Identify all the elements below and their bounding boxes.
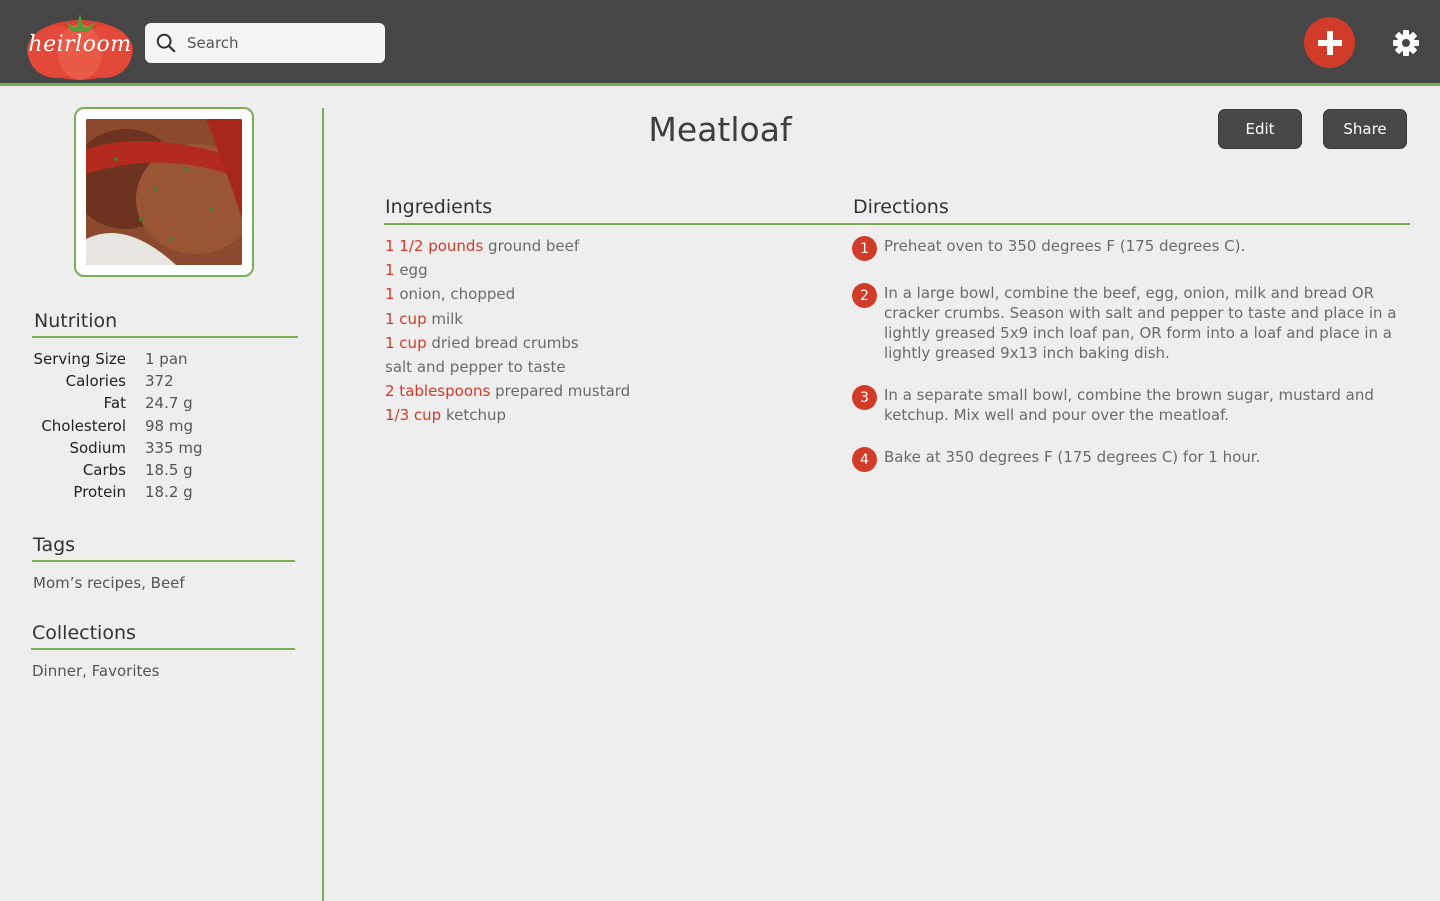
nutrition-value: 1 pan bbox=[145, 350, 188, 369]
ingredient-item: 1 egg bbox=[385, 258, 825, 282]
directions-divider bbox=[852, 223, 1410, 225]
step-number-badge: 2 bbox=[852, 283, 877, 308]
meatloaf-image bbox=[86, 119, 242, 265]
ingredient-item: 1 1/2 pounds ground beef bbox=[385, 234, 825, 258]
ingredient-amount: 1 bbox=[385, 285, 395, 304]
share-button[interactable]: Share bbox=[1323, 109, 1407, 149]
nutrition-row: Calories 372 bbox=[20, 370, 290, 392]
nutrition-label: Fat bbox=[103, 394, 126, 413]
step-text: In a large bowl, combine the beef, egg, … bbox=[884, 284, 1397, 362]
heirloom-logo[interactable]: heirloom bbox=[26, 8, 134, 80]
ingredient-item: 1 onion, chopped bbox=[385, 282, 825, 306]
nutrition-row: Cholesterol 98 mg bbox=[20, 415, 290, 437]
settings-button[interactable] bbox=[1391, 28, 1421, 58]
ingredient-name: ketchup bbox=[441, 406, 506, 425]
ingredient-name: onion, chopped bbox=[394, 285, 516, 304]
nutrition-value: 335 mg bbox=[145, 438, 203, 457]
nutrition-label: Carbs bbox=[82, 461, 126, 480]
direction-step: 3 In a separate small bowl, combine the … bbox=[852, 383, 1412, 425]
step-number-badge: 1 bbox=[852, 236, 877, 261]
direction-step: 4 Bake at 350 degrees F (175 degrees C) … bbox=[852, 445, 1412, 472]
nutrition-heading: Nutrition bbox=[34, 310, 118, 332]
ingredient-amount: 1/3 cup bbox=[385, 406, 442, 425]
edit-button[interactable]: Edit bbox=[1218, 109, 1302, 149]
direction-step: 1 Preheat oven to 350 degrees F (175 deg… bbox=[852, 234, 1412, 261]
ingredients-list: 1 1/2 pounds ground beef 1 egg 1 onion, … bbox=[385, 234, 825, 428]
recipe-title: Meatloaf bbox=[648, 110, 792, 149]
tags-heading: Tags bbox=[33, 534, 76, 556]
nutrition-row: Sodium 335 mg bbox=[20, 437, 290, 459]
ingredient-item: 2 tablespoons prepared mustard bbox=[385, 379, 825, 403]
sidebar-divider bbox=[322, 108, 324, 901]
ingredient-amount: 1 bbox=[385, 261, 395, 280]
search-input[interactable] bbox=[187, 34, 377, 52]
step-number-badge: 4 bbox=[852, 447, 877, 472]
gear-icon bbox=[1393, 30, 1419, 56]
ingredient-item: 1 cup dried bread crumbs bbox=[385, 331, 825, 355]
directions-heading: Directions bbox=[853, 196, 949, 218]
ingredient-item: salt and pepper to taste bbox=[385, 355, 825, 379]
recipe-photo bbox=[86, 119, 242, 265]
nutrition-label: Sodium bbox=[69, 438, 126, 457]
ingredient-amount: 1 cup bbox=[385, 309, 427, 328]
nutrition-value: 98 mg bbox=[145, 416, 193, 435]
nutrition-value: 372 bbox=[145, 372, 174, 391]
add-recipe-button[interactable] bbox=[1304, 17, 1355, 68]
ingredient-amount: 1 1/2 pounds bbox=[385, 237, 484, 255]
nutrition-row: Carbs 18.5 g bbox=[20, 459, 290, 481]
logo-text: heirloom bbox=[28, 32, 132, 57]
ingredient-name: egg bbox=[394, 261, 428, 280]
nutrition-label: Calories bbox=[65, 372, 126, 391]
collections-divider bbox=[31, 648, 295, 650]
ingredients-heading: Ingredients bbox=[385, 196, 493, 218]
nutrition-divider bbox=[32, 336, 298, 338]
directions-list: 1 Preheat oven to 350 degrees F (175 deg… bbox=[852, 234, 1412, 492]
nutrition-label: Protein bbox=[73, 483, 126, 502]
ingredient-name: dried bread crumbs bbox=[426, 333, 579, 352]
app-header: heirloom bbox=[0, 0, 1440, 86]
nutrition-row: Protein 18.2 g bbox=[20, 481, 290, 503]
ingredient-name: salt and pepper to taste bbox=[385, 358, 566, 377]
tags-list[interactable]: Mom’s recipes, Beef bbox=[33, 574, 185, 592]
collections-heading: Collections bbox=[32, 622, 136, 644]
ingredient-name: ground beef bbox=[483, 237, 580, 255]
nutrition-row: Serving Size 1 pan bbox=[20, 348, 290, 370]
search-icon bbox=[156, 33, 176, 53]
ingredient-name: milk bbox=[426, 309, 463, 328]
nutrition-table: Serving Size 1 pan Calories 372 Fat 24.7… bbox=[20, 348, 290, 503]
ingredient-amount: 1 cup bbox=[385, 333, 427, 352]
nutrition-value: 18.2 g bbox=[145, 483, 193, 502]
search-bar[interactable] bbox=[145, 23, 385, 63]
ingredient-amount: 2 tablespoons bbox=[385, 382, 491, 401]
step-number-badge: 3 bbox=[852, 385, 877, 410]
ingredient-item: 1/3 cup ketchup bbox=[385, 403, 825, 427]
recipe-photo-frame bbox=[74, 107, 254, 277]
nutrition-label: Cholesterol bbox=[41, 416, 126, 435]
collections-list[interactable]: Dinner, Favorites bbox=[32, 662, 159, 680]
nutrition-row: Fat 24.7 g bbox=[20, 392, 290, 414]
tags-divider bbox=[32, 560, 295, 562]
direction-step: 2 In a large bowl, combine the beef, egg… bbox=[852, 281, 1412, 363]
ingredient-name: prepared mustard bbox=[490, 382, 631, 401]
nutrition-label: Serving Size bbox=[33, 350, 126, 369]
ingredients-divider bbox=[384, 223, 852, 225]
nutrition-value: 24.7 g bbox=[145, 394, 193, 413]
step-text: In a separate small bowl, combine the br… bbox=[884, 386, 1374, 424]
ingredient-item: 1 cup milk bbox=[385, 307, 825, 331]
plus-icon bbox=[1317, 30, 1342, 55]
step-text: Preheat oven to 350 degrees F (175 degre… bbox=[884, 237, 1246, 255]
nutrition-value: 18.5 g bbox=[145, 461, 193, 480]
step-text: Bake at 350 degrees F (175 degrees C) fo… bbox=[884, 448, 1261, 466]
